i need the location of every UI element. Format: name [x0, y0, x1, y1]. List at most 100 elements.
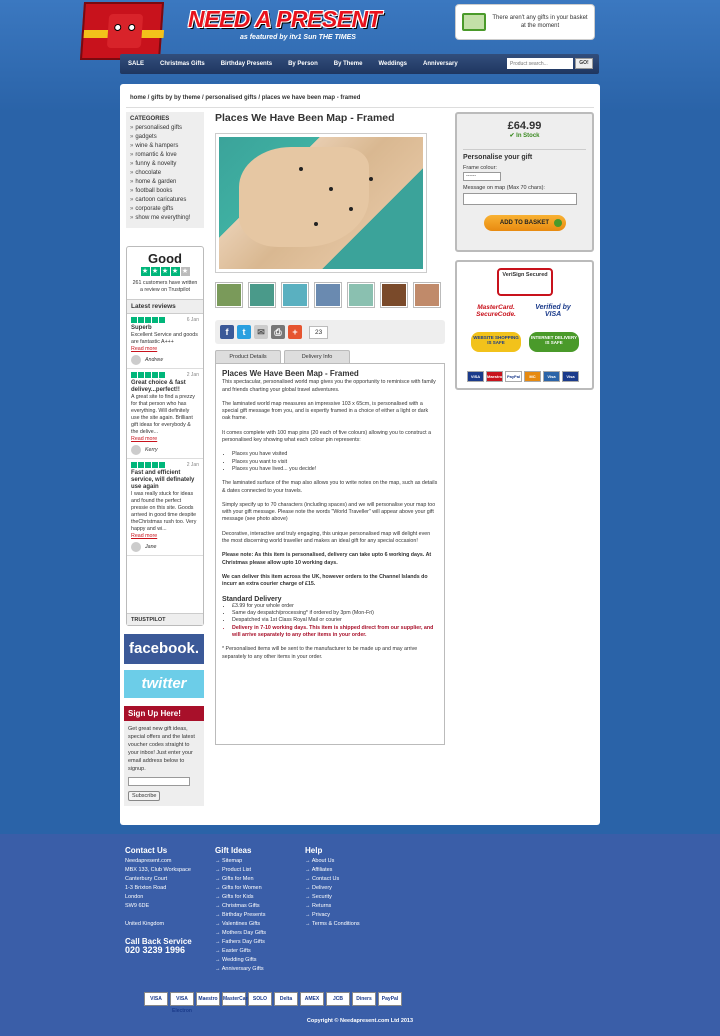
category-link[interactable]: chocolate — [130, 169, 200, 178]
frame-colour-select[interactable]: ------ — [463, 172, 501, 181]
footer-link[interactable]: Mothers Day Gifts — [215, 929, 266, 938]
footer-link[interactable]: Product List — [215, 866, 266, 875]
nav-christmas-gifts[interactable]: Christmas Gifts — [160, 61, 205, 67]
description-paragraph: The laminated world map measures an impr… — [222, 400, 429, 422]
footer-link[interactable]: Contact Us — [305, 875, 360, 884]
footer-link[interactable]: Birthday Presents — [215, 911, 266, 920]
category-link[interactable]: cartoon caricatures — [130, 196, 200, 205]
facebook-share-icon[interactable]: f — [220, 325, 234, 339]
read-more-link[interactable]: Read more — [131, 533, 199, 539]
main-content: home / gifts by by theme / personalised … — [120, 84, 600, 825]
search-go-button[interactable]: GO! — [575, 58, 593, 69]
email-field[interactable] — [128, 777, 190, 786]
message-label: Message on map (Max 70 chars): — [463, 185, 545, 191]
thumbnail[interactable] — [314, 282, 342, 308]
solo-logo: SOLO — [248, 992, 272, 1006]
verisign-badge[interactable]: VeriSign Secured — [497, 268, 553, 296]
nav-birthday-presents[interactable]: Birthday Presents — [221, 61, 272, 67]
nav-anniversary[interactable]: Anniversary — [423, 61, 458, 67]
categories-title: CATEGORIES — [130, 116, 170, 122]
thumbnail[interactable] — [413, 282, 441, 308]
basket-widget[interactable]: There aren't any gifts in your basket at… — [455, 4, 595, 40]
thumbnail[interactable] — [215, 282, 243, 308]
nav-by-theme[interactable]: By Theme — [334, 61, 363, 67]
visa-electron-icon: Visa — [543, 371, 560, 382]
main-nav: SALE Christmas Gifts Birthday Presents B… — [120, 54, 599, 74]
tab-delivery-info[interactable]: Delivery Info — [284, 350, 350, 363]
read-more-link[interactable]: Read more — [131, 436, 199, 442]
footer-link[interactable]: Affiliates — [305, 866, 360, 875]
maestro-card-icon: Maestro — [486, 371, 503, 382]
nav-sale[interactable]: SALE — [128, 61, 144, 67]
footer-link[interactable]: Wedding Gifts — [215, 956, 266, 965]
avatar-icon — [131, 444, 141, 455]
footnote: * Personalised items will be sent to the… — [222, 646, 418, 660]
contact-title: Contact Us — [125, 846, 168, 855]
address-line: SW9 6DE — [125, 903, 150, 909]
product-tabs: Product Details Delivery Info — [215, 350, 350, 363]
category-link[interactable]: romantic & love — [130, 151, 200, 160]
category-link[interactable]: wine & hampers — [130, 142, 200, 151]
description-paragraph: This spectacular, personalised world map… — [222, 379, 436, 393]
verified-by-visa-badge[interactable]: Verified by VISA — [529, 304, 577, 318]
logo-mascot[interactable] — [79, 2, 165, 60]
footer-gift-ideas: Gift Ideas Sitemap Product List Gifts fo… — [215, 846, 266, 974]
footer-link[interactable]: Christmas Gifts — [215, 902, 266, 911]
category-link[interactable]: gadgets — [130, 133, 200, 142]
feature-item: Places you have visited — [232, 451, 438, 458]
footer-link[interactable]: Delivery — [305, 884, 360, 893]
review-date: 2 Jan — [186, 461, 199, 468]
footer-link[interactable]: Sitemap — [215, 857, 266, 866]
category-link[interactable]: show me everything! — [130, 214, 200, 223]
subscribe-button[interactable]: Subscribe — [128, 791, 161, 801]
product-image[interactable] — [215, 133, 427, 273]
product-description: Places We Have Been Map - Framed This sp… — [215, 363, 445, 745]
gift-ideas-title: Gift Ideas — [215, 846, 252, 855]
thumbnail[interactable] — [281, 282, 309, 308]
footer-link[interactable]: Easter Gifts — [215, 947, 266, 956]
map-pin — [314, 222, 318, 226]
category-link[interactable]: personalised gifts — [130, 124, 200, 133]
footer-link[interactable]: Fathers Day Gifts — [215, 938, 266, 947]
category-link[interactable]: football books — [130, 187, 200, 196]
phone-number[interactable]: 020 3239 1996 — [125, 946, 192, 955]
facebook-button[interactable]: facebook. — [124, 634, 204, 664]
trustpilot-logo[interactable]: TRUSTPILOT — [127, 613, 203, 625]
footer-link[interactable]: Valentines Gifts — [215, 920, 266, 929]
category-link[interactable]: corporate gifts — [130, 205, 200, 214]
frame-colour-label: Frame colour: — [463, 165, 497, 171]
read-more-link[interactable]: Read more — [131, 346, 199, 352]
addthis-plus-icon[interactable]: + — [288, 325, 302, 339]
thumbnail[interactable] — [380, 282, 408, 308]
nav-by-person[interactable]: By Person — [288, 61, 318, 67]
footer-link[interactable]: Gifts for Women — [215, 884, 266, 893]
message-field[interactable] — [463, 193, 577, 205]
mastercard-securecode-badge[interactable]: MasterCard. SecureCode. — [471, 304, 521, 318]
nav-weddings[interactable]: Weddings — [378, 61, 407, 67]
footer-link[interactable]: Anniversary Gifts — [215, 965, 266, 974]
review-count[interactable]: 261 customers have written a review on T… — [131, 280, 199, 295]
thumbnail[interactable] — [248, 282, 276, 308]
thumbnail[interactable] — [347, 282, 375, 308]
footer-link[interactable]: Gifts for Men — [215, 875, 266, 884]
breadcrumb[interactable]: home / gifts by by theme / personalised … — [126, 90, 594, 108]
search-input[interactable] — [507, 58, 573, 69]
channel-islands-note: We can deliver this item across the UK, … — [222, 573, 428, 588]
add-to-basket-button[interactable]: ADD TO BASKET — [483, 215, 566, 231]
footer-link[interactable]: Privacy — [305, 911, 360, 920]
logo-text[interactable]: NEED A PRESENT — [188, 6, 382, 33]
category-link[interactable]: funny & novelty — [130, 160, 200, 169]
category-link[interactable]: home & garden — [130, 178, 200, 187]
security-badges: VeriSign Secured MasterCard. SecureCode.… — [455, 260, 594, 390]
print-icon[interactable]: ⎙ — [271, 325, 285, 339]
footer-link[interactable]: About Us — [305, 857, 360, 866]
twitter-share-icon[interactable]: t — [237, 325, 251, 339]
footer-link[interactable]: Returns — [305, 902, 360, 911]
footer-link[interactable]: Security — [305, 893, 360, 902]
tab-product-details[interactable]: Product Details — [215, 350, 281, 363]
email-share-icon[interactable]: ✉ — [254, 325, 268, 339]
footer-link[interactable]: Gifts for Kids — [215, 893, 266, 902]
footer-link[interactable]: Terms & Conditions — [305, 920, 360, 929]
review-title: Superb — [131, 324, 152, 331]
twitter-button[interactable]: twitter — [124, 670, 204, 698]
